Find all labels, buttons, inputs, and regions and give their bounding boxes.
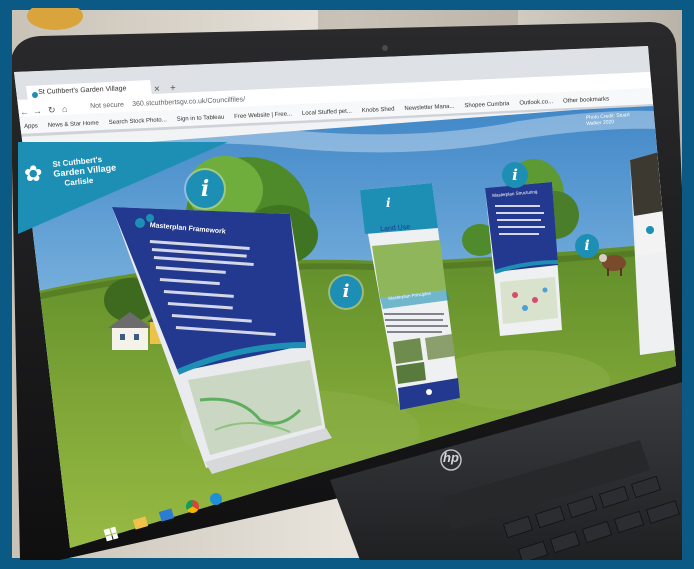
new-tab-icon[interactable]: + bbox=[170, 83, 176, 94]
security-label: Not secure bbox=[90, 101, 125, 110]
home-icon[interactable]: ⌂ bbox=[62, 104, 68, 114]
info-icon: i bbox=[386, 196, 391, 210]
chrome-icon[interactable] bbox=[186, 500, 199, 513]
back-icon[interactable]: ← bbox=[20, 107, 29, 117]
reload-icon[interactable]: ↻ bbox=[48, 105, 56, 116]
hp-logo: hp bbox=[443, 450, 459, 465]
close-tab-icon[interactable]: × bbox=[154, 84, 160, 95]
flower-logo-icon: ✿ bbox=[24, 161, 43, 186]
info-icon[interactable]: i bbox=[502, 162, 528, 188]
info-icon[interactable]: i bbox=[186, 170, 224, 208]
bookmark-item[interactable]: Apps bbox=[24, 123, 38, 130]
info-icon[interactable]: i bbox=[330, 276, 362, 308]
info-icon[interactable]: i bbox=[575, 234, 599, 258]
edge-icon[interactable] bbox=[210, 493, 222, 505]
forward-icon[interactable]: → bbox=[33, 106, 42, 116]
